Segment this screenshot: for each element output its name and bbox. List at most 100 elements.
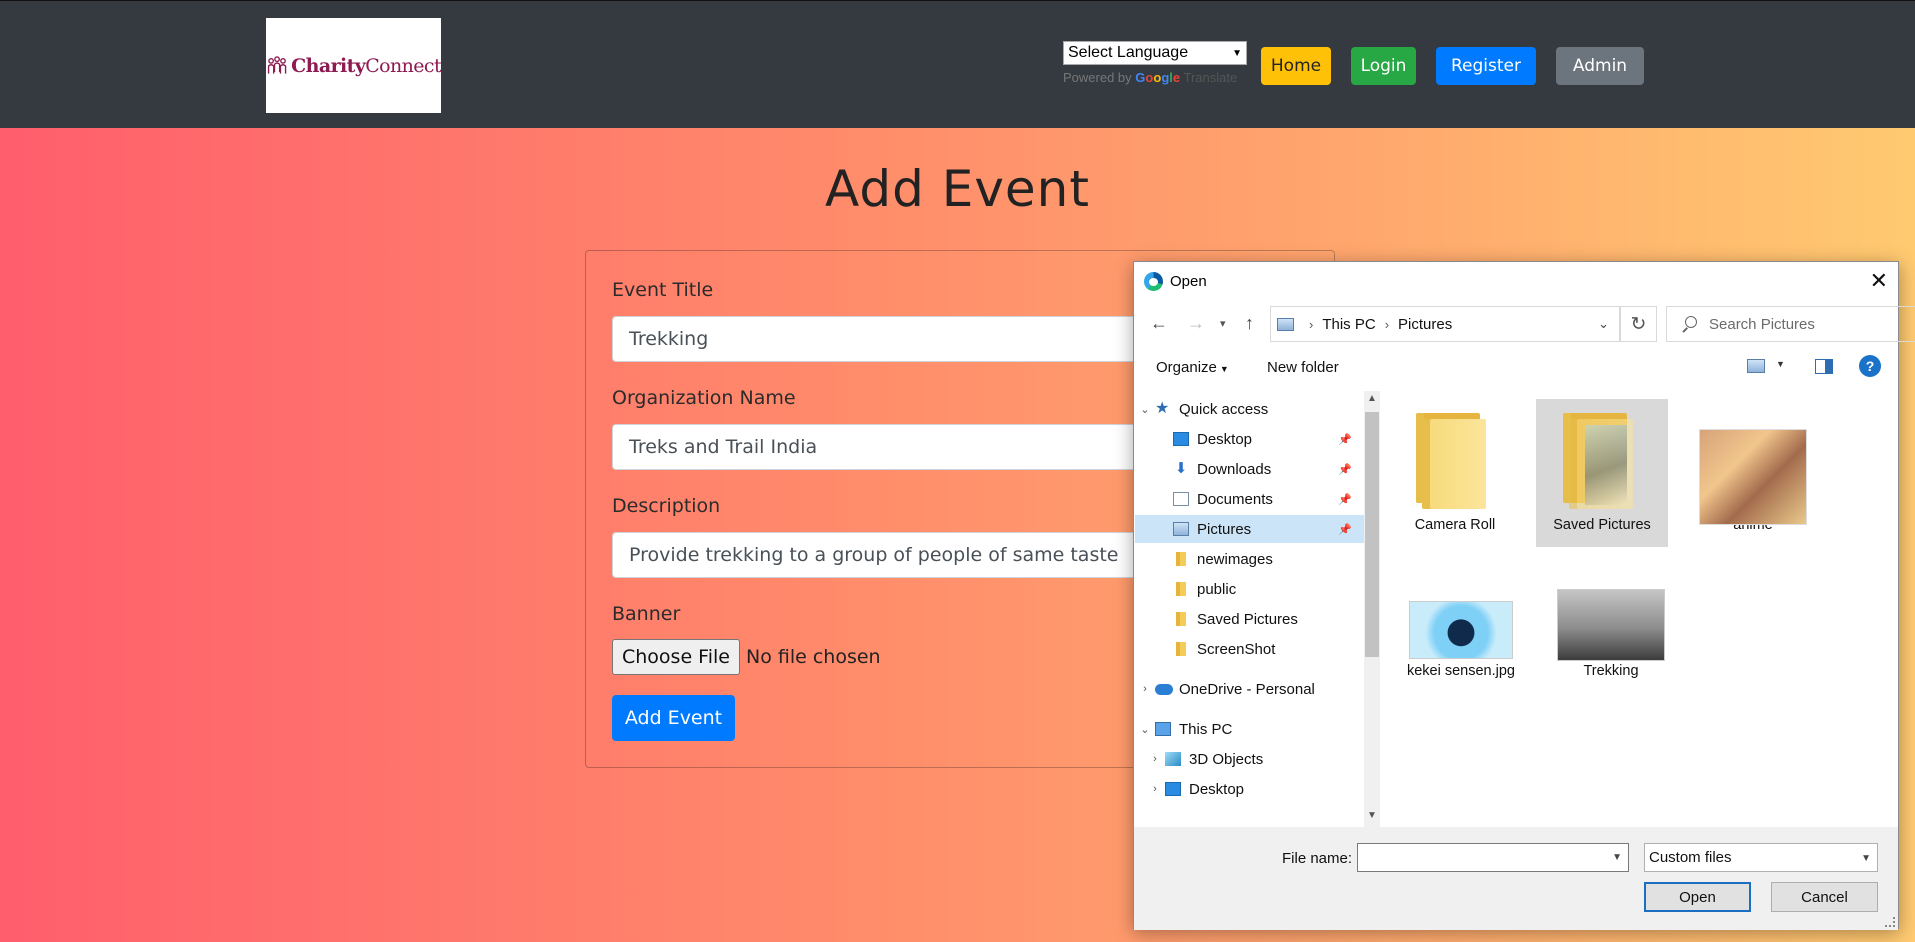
organize-menu[interactable]: Organize ▼ [1156,359,1229,376]
file-item-kekei-sensen[interactable]: kekei sensen.jpg [1401,561,1521,709]
login-button[interactable]: Login [1351,47,1416,85]
expand-chevron-icon[interactable]: › [1135,683,1155,695]
add-event-button[interactable]: Add Event [612,695,735,741]
tree-item-pictures[interactable]: Pictures 📌 [1135,515,1364,543]
preview-pane-icon[interactable] [1815,359,1833,374]
file-item-saved-pictures[interactable]: Saved Pictures [1536,399,1668,547]
charityconnect-logo[interactable]: CharityConnect [266,18,442,113]
translate-link[interactable]: Translate [1184,70,1238,85]
up-arrow-icon[interactable]: ↑ [1245,310,1254,336]
no-file-chosen-text: No file chosen [745,646,881,668]
expand-chevron-icon[interactable]: › [1145,783,1165,795]
computer-icon [1155,722,1171,736]
file-list: Camera Roll Saved Pictures anime kekei s… [1381,391,1899,827]
tree-item-3d-objects[interactable]: › 3D Objects [1145,745,1364,773]
pin-icon: 📌 [1338,463,1352,476]
address-dropdown-chevron-icon[interactable]: ⌄ [1598,316,1609,332]
choose-file-button[interactable]: Choose File [612,639,740,675]
organization-name-label: Organization Name [612,387,796,409]
dialog-bottom-bar: File name: ▼ Custom files ▼ Open Cancel [1134,827,1898,930]
help-icon[interactable]: ? [1859,355,1881,377]
tree-item-onedrive[interactable]: › OneDrive - Personal [1135,675,1364,703]
breadcrumb-chevron-icon: › [1384,316,1390,332]
scroll-down-icon[interactable]: ▼ [1367,810,1377,821]
expand-chevron-icon[interactable]: ⌄ [1135,403,1155,416]
pictures-icon [1173,522,1189,536]
folder-icon [1559,411,1645,511]
cancel-button[interactable]: Cancel [1771,882,1878,912]
chevron-down-icon[interactable]: ▼ [1612,852,1622,863]
language-select[interactable]: Select Language ▼ [1063,41,1247,65]
file-name-label: File name: [1282,850,1353,867]
tree-item-newimages[interactable]: newimages [1135,545,1364,573]
view-options-chevron-icon[interactable]: ▼ [1776,359,1785,369]
pin-icon: 📌 [1338,523,1352,536]
chevron-down-icon: ▼ [1232,47,1242,59]
dialog-title: Open [1170,273,1207,290]
tree-item-screenshot[interactable]: ScreenShot [1135,635,1364,663]
breadcrumb-chevron-icon: › [1309,316,1314,332]
file-item-camera-roll[interactable]: Camera Roll [1401,399,1509,547]
cube-icon [1165,752,1181,766]
home-button[interactable]: Home [1261,47,1331,85]
search-pictures-input[interactable]: Search Pictures [1666,306,1915,342]
pin-icon: 📌 [1338,433,1352,446]
tree-item-downloads[interactable]: ⬇ Downloads 📌 [1135,455,1364,483]
admin-button[interactable]: Admin [1556,47,1644,85]
chevron-down-icon: ▼ [1219,364,1229,374]
close-icon[interactable]: ✕ [1870,268,1888,294]
tree-item-documents[interactable]: Documents 📌 [1135,485,1364,513]
file-item-trekking[interactable]: Trekking [1557,561,1665,709]
register-button[interactable]: Register [1436,47,1536,85]
file-item-anime[interactable]: anime [1699,399,1807,547]
breadcrumb-this-pc[interactable]: This PC [1322,316,1375,333]
desktop-icon [1173,432,1189,446]
tree-item-desktop-pc[interactable]: › Desktop [1145,775,1364,803]
file-name-input[interactable]: ▼ [1357,843,1629,872]
open-file-dialog: Open ✕ ← → ▾ ↑ › This PC › Pictures ⌄ ↻ … [1133,261,1915,930]
search-placeholder: Search Pictures [1709,315,1815,333]
refresh-icon[interactable]: ↻ [1620,306,1657,342]
dialog-titlebar[interactable]: Open ✕ [1134,262,1898,300]
banner-label: Banner [612,603,681,625]
forward-arrow-icon[interactable]: → [1187,310,1205,336]
folder-icon [1412,411,1498,511]
open-button[interactable]: Open [1644,882,1751,912]
change-view-icon[interactable] [1747,359,1765,373]
navigation-pane: ⌄ ★ Quick access Desktop 📌 ⬇ Downloads 📌… [1135,391,1364,827]
folder-icon [1176,642,1186,656]
description-label: Description [612,495,721,517]
navigation-scroll-thumb[interactable] [1365,412,1379,657]
image-thumbnail [1699,411,1807,525]
recent-locations-chevron-icon[interactable]: ▾ [1220,310,1226,336]
back-arrow-icon[interactable]: ← [1150,310,1168,336]
folder-icon [1176,612,1186,626]
tree-item-desktop[interactable]: Desktop 📌 [1135,425,1364,453]
download-icon: ⬇ [1174,460,1188,477]
logo-text: CharityConnect [291,54,441,77]
scroll-up-icon[interactable]: ▲ [1367,393,1377,404]
banner-file-input: Choose File No file chosen [612,639,881,675]
address-bar[interactable]: › This PC › Pictures ⌄ [1270,306,1620,342]
page-title: Add Event [825,160,1090,218]
new-folder-button[interactable]: New folder [1267,359,1339,376]
breadcrumb-pictures[interactable]: Pictures [1398,316,1452,333]
powered-by-google: Powered by Google Translate [1063,70,1238,85]
pin-icon: 📌 [1338,493,1352,506]
edge-browser-icon [1144,272,1163,291]
file-type-select[interactable]: Custom files ▼ [1644,843,1878,872]
google-wordmark: Google [1135,70,1181,85]
resize-grip-icon[interactable] [1885,917,1895,927]
tree-item-quick-access[interactable]: ⌄ ★ Quick access [1135,395,1364,423]
expand-chevron-icon[interactable]: › [1145,753,1165,765]
dialog-toolbar: Organize ▼ New folder ▼ ? [1134,350,1898,386]
tree-item-saved-pictures[interactable]: Saved Pictures [1135,605,1364,633]
expand-chevron-icon[interactable]: ⌄ [1135,723,1155,736]
folder-icon [1176,552,1186,566]
tree-item-public[interactable]: public [1135,575,1364,603]
star-icon: ★ [1155,400,1170,417]
google-translate-widget: Select Language ▼ Powered by Google Tran… [1063,41,1247,85]
tree-item-this-pc[interactable]: ⌄ This PC [1135,715,1364,743]
image-thumbnail [1409,573,1513,659]
folder-icon [1176,582,1186,596]
